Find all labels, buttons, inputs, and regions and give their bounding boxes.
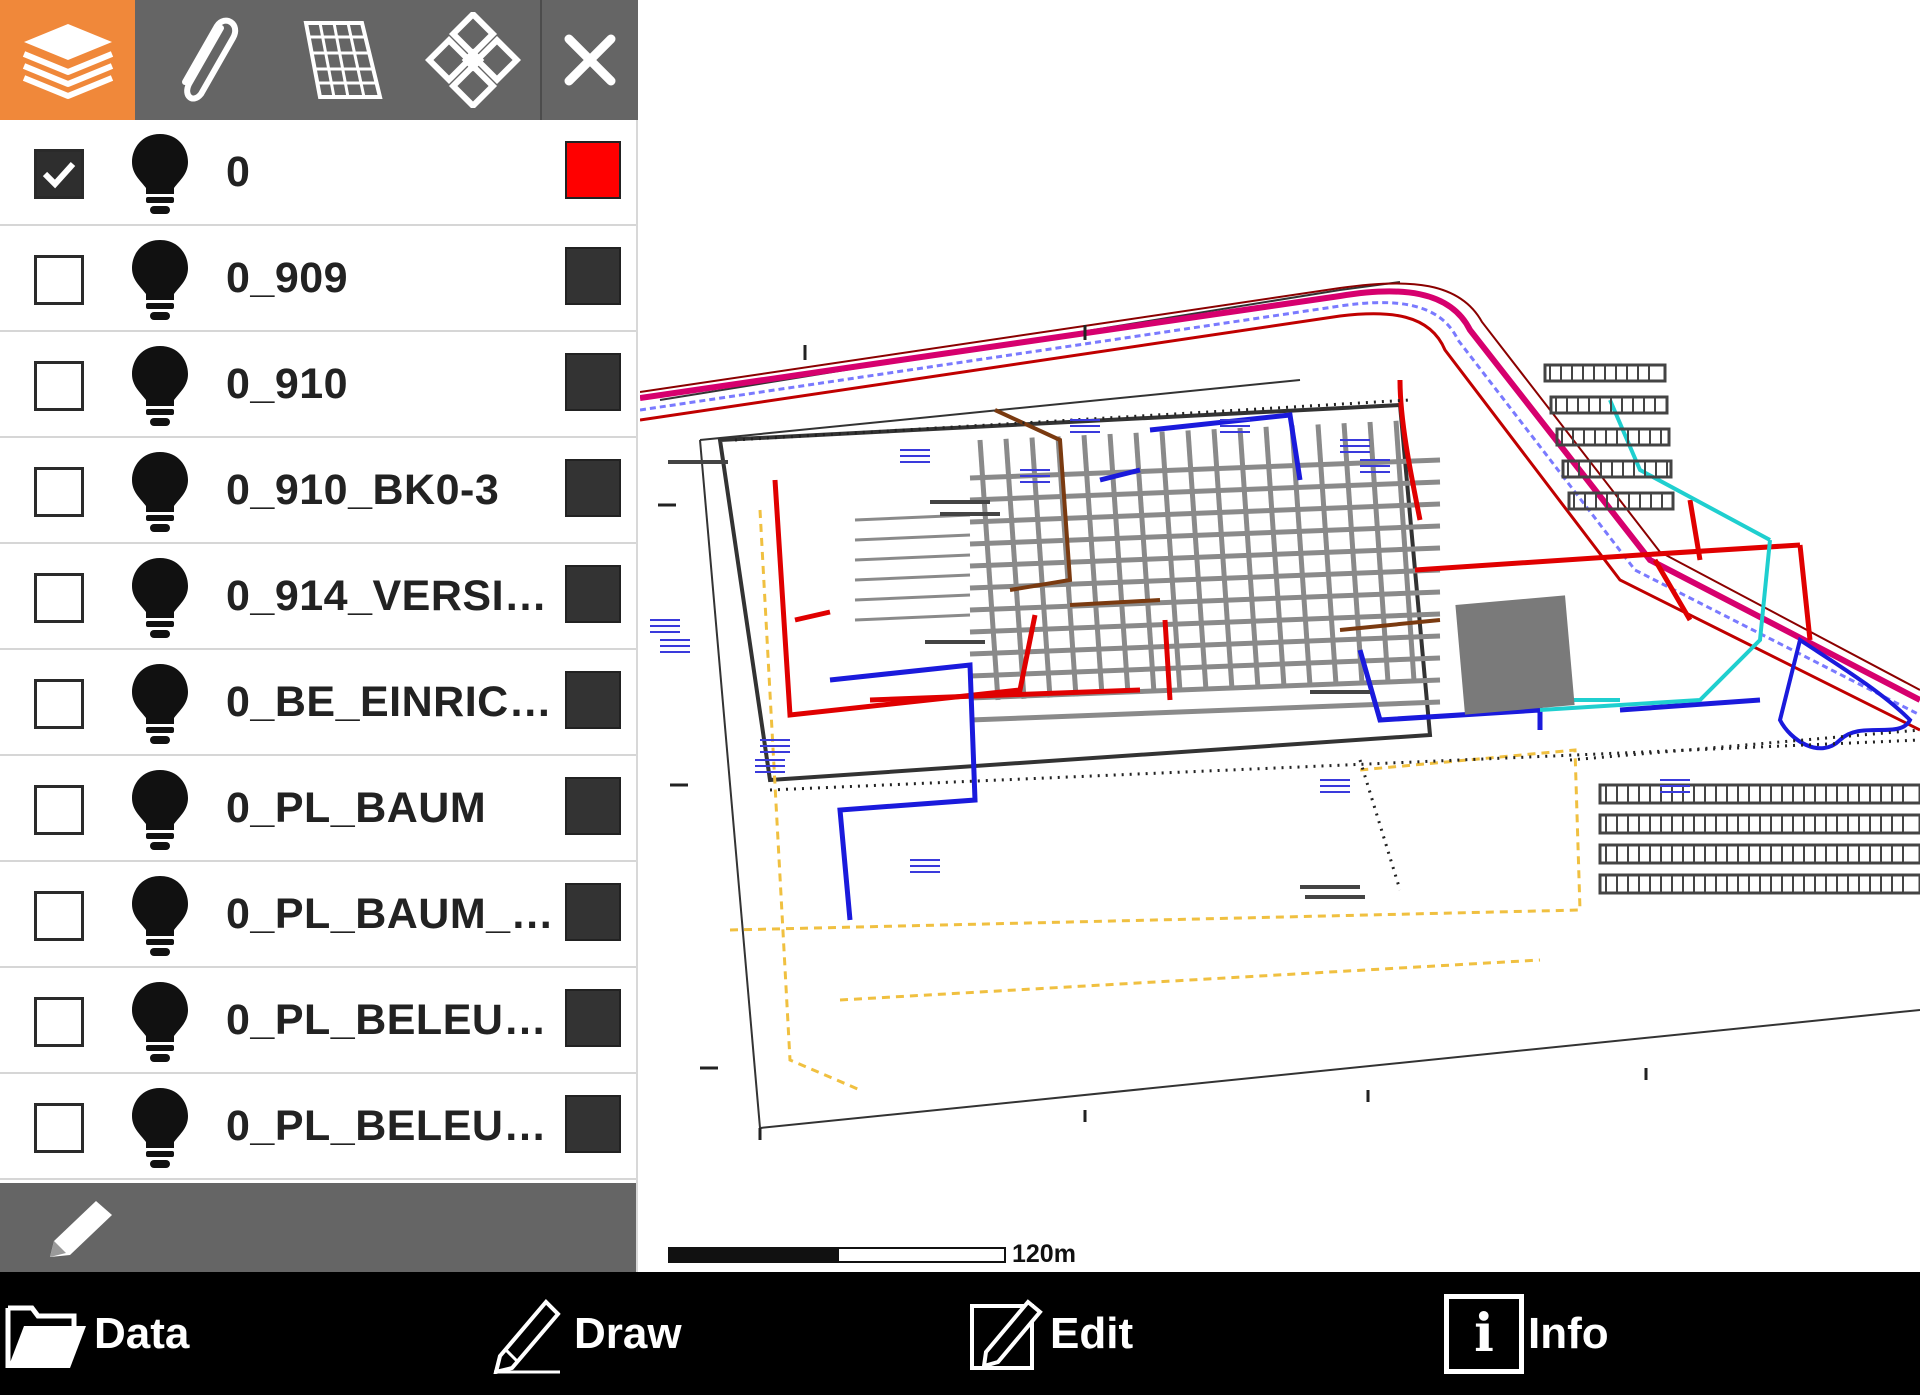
tab-tiles[interactable] <box>405 0 540 120</box>
tab-layers[interactable] <box>0 0 135 120</box>
layer-row[interactable]: 0_PL_BELEUC… <box>0 1074 636 1180</box>
pencil-icon <box>493 1298 561 1374</box>
layer-list: 0 0_909 0_910 0_910_BK0-3 0_914_VERSIC… 0_BE_… <box>0 120 636 1180</box>
close-icon <box>564 34 616 86</box>
data-label: Data <box>94 1308 190 1358</box>
draw-button[interactable]: Draw <box>490 1272 682 1395</box>
info-icon: i <box>1444 1293 1524 1374</box>
map-canvas[interactable] <box>640 0 1920 1272</box>
tab-grid[interactable] <box>270 0 405 120</box>
bottom-toolbar: Data Draw Edit i Info <box>0 1272 1920 1395</box>
layer-row[interactable]: 0_PL_BAUM <box>0 756 636 862</box>
lightbulb-icon[interactable] <box>128 980 192 1064</box>
draw-label: Draw <box>574 1308 682 1358</box>
site-plan-drawing <box>640 281 1920 1140</box>
layer-color-swatch[interactable] <box>565 565 621 623</box>
layer-name: 0_PL_BELEUC… <box>226 1102 560 1150</box>
edit-icon <box>970 1298 1043 1370</box>
edit-button[interactable]: Edit <box>968 1272 1133 1395</box>
layer-row[interactable]: 0_914_VERSIC… <box>0 544 636 650</box>
layer-name: 0_909 <box>226 254 349 302</box>
folder-icon <box>5 1305 86 1368</box>
info-button[interactable]: i Info <box>1444 1272 1609 1395</box>
layer-row[interactable]: 0_910_BK0-3 <box>0 438 636 544</box>
layer-visibility-checkbox[interactable] <box>34 679 84 729</box>
layer-row[interactable]: 0_PL_BELEUC… <box>0 968 636 1074</box>
layer-visibility-checkbox[interactable] <box>34 785 84 835</box>
layer-visibility-checkbox[interactable] <box>34 467 84 517</box>
layer-color-swatch[interactable] <box>565 247 621 305</box>
panel-tab-bar <box>0 0 638 120</box>
layer-name: 0_PL_BELEUC… <box>226 996 560 1044</box>
layer-color-swatch[interactable] <box>565 671 621 729</box>
layer-color-swatch[interactable] <box>565 353 621 411</box>
layer-color-swatch[interactable] <box>565 883 621 941</box>
info-icon-glyph: i <box>1474 1303 1494 1364</box>
layer-visibility-checkbox[interactable] <box>34 997 84 1047</box>
checkmark-icon <box>42 161 76 189</box>
layer-name: 0_910_BK0-3 <box>226 466 500 514</box>
lightbulb-icon[interactable] <box>128 450 192 534</box>
layer-color-swatch[interactable] <box>565 459 621 517</box>
lightbulb-icon[interactable] <box>128 662 192 746</box>
close-panel-button[interactable] <box>540 0 638 120</box>
layer-row[interactable]: 0_PL_BAUM_WR <box>0 862 636 968</box>
lightbulb-icon[interactable] <box>128 344 192 428</box>
lightbulb-icon[interactable] <box>128 1086 192 1170</box>
layer-visibility-checkbox[interactable] <box>34 255 84 305</box>
attachment-icon <box>181 17 238 102</box>
tab-attachments[interactable] <box>135 0 270 120</box>
layers-icon <box>22 24 113 99</box>
layer-name: 0_BE_EINRICH… <box>226 678 560 726</box>
layer-color-swatch[interactable] <box>565 989 621 1047</box>
scale-bar-label: 120m <box>1012 1240 1076 1268</box>
lightbulb-icon[interactable] <box>128 874 192 958</box>
layer-visibility-checkbox[interactable] <box>34 891 84 941</box>
layer-name: 0 <box>226 148 251 196</box>
layer-row[interactable]: 0 <box>0 120 636 226</box>
scale-bar <box>668 1247 1006 1263</box>
layer-color-swatch[interactable] <box>565 777 621 835</box>
layer-visibility-checkbox[interactable] <box>34 573 84 623</box>
layer-color-swatch[interactable] <box>565 1095 621 1153</box>
layer-visibility-checkbox[interactable] <box>34 361 84 411</box>
layer-color-swatch[interactable] <box>565 141 621 199</box>
panel-footer <box>0 1183 636 1272</box>
info-label: Info <box>1528 1308 1609 1358</box>
layer-name: 0_PL_BAUM <box>226 784 487 832</box>
layer-name: 0_PL_BAUM_WR <box>226 890 560 938</box>
layer-row[interactable]: 0_BE_EINRICH… <box>0 650 636 756</box>
lightbulb-icon[interactable] <box>128 768 192 852</box>
layer-visibility-checkbox[interactable] <box>34 149 84 199</box>
grid-icon <box>303 21 383 99</box>
lightbulb-icon[interactable] <box>128 238 192 322</box>
edit-label: Edit <box>1050 1308 1134 1358</box>
layer-panel: 0 0_909 0_910 0_910_BK0-3 0_914_VERSIC… 0_BE_… <box>0 0 638 1272</box>
data-button[interactable]: Data <box>4 1272 189 1395</box>
layer-name: 0_914_VERSIC… <box>226 572 560 620</box>
lightbulb-icon[interactable] <box>128 556 192 640</box>
pencil-icon[interactable] <box>46 1197 118 1259</box>
layer-visibility-checkbox[interactable] <box>34 1103 84 1153</box>
layer-row[interactable]: 0_909 <box>0 226 636 332</box>
tiles-icon <box>424 12 521 108</box>
lightbulb-icon[interactable] <box>128 132 192 216</box>
layer-row[interactable]: 0_910 <box>0 332 636 438</box>
layer-name: 0_910 <box>226 360 349 408</box>
